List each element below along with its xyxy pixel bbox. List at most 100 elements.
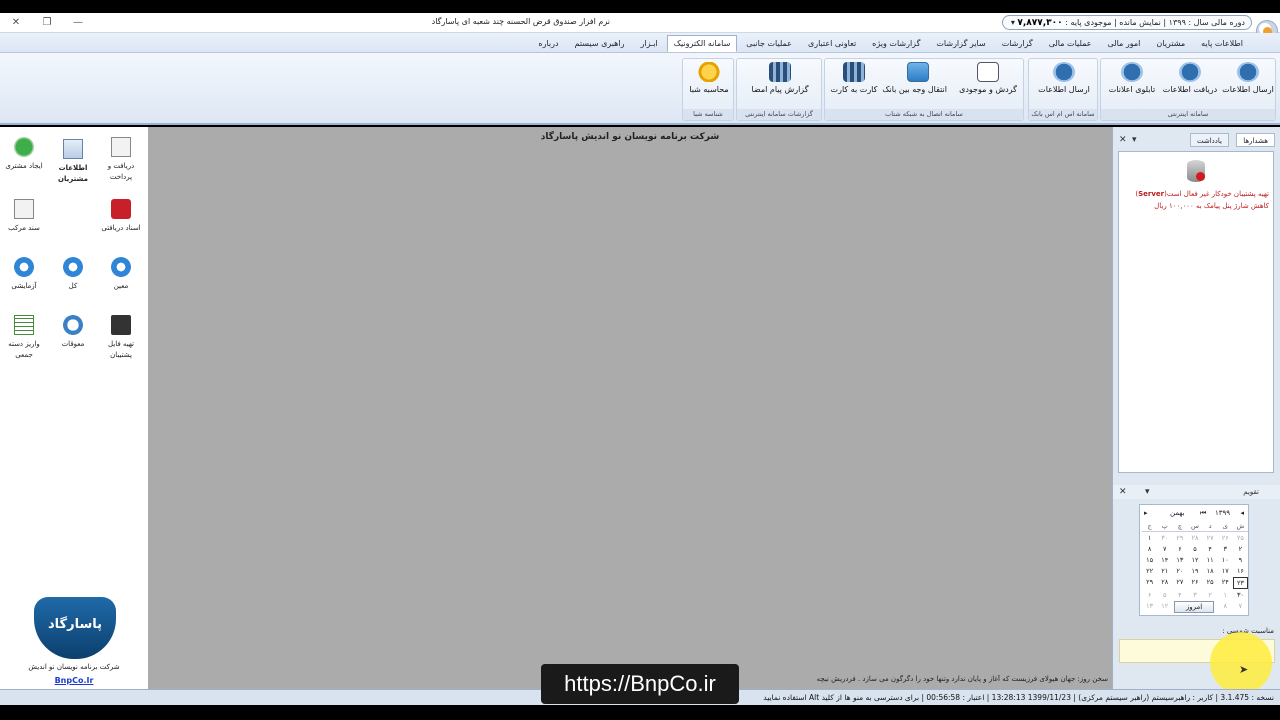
calendar-day[interactable]: ۸ (1218, 601, 1233, 611)
tab-5[interactable]: سایر گزارشات (929, 35, 992, 52)
calendar-day[interactable]: ۳ (1218, 544, 1233, 554)
restore-icon[interactable]: ❐ (40, 16, 54, 30)
tab-9[interactable]: سامانه الکترونیک (666, 35, 738, 52)
calendar-day[interactable]: ۱۶ (1233, 566, 1248, 576)
interbank-transfer-button[interactable]: انتقال وجه بین بانک (882, 62, 947, 94)
status-text: نسخه : 3.1.475 | کاربر : راهبرسیستم (راه… (763, 693, 1274, 702)
tab-3[interactable]: عملیات مالی (1042, 35, 1099, 52)
calendar-day[interactable]: ۱۸ (1203, 566, 1218, 576)
close-icon[interactable]: ✕ (1119, 133, 1127, 147)
calendar-day[interactable]: ۲۹ (1172, 533, 1187, 543)
chevron-down-icon[interactable]: ▾ (1132, 133, 1137, 147)
calendar-day[interactable]: ۶ (1142, 590, 1157, 600)
tab-0[interactable]: اطلاعات پایه (1194, 35, 1250, 52)
calendar-day[interactable]: ۳۰ (1233, 590, 1248, 600)
chevron-down-icon[interactable]: ▾ (1011, 18, 1015, 27)
period-selector[interactable]: دوره مالی سال : ۱۳۹۹ | نمایش مانده | موج… (1002, 15, 1252, 30)
calendar-day[interactable]: ۱۲ (1157, 601, 1172, 611)
tab-notes[interactable]: یادداشت (1190, 133, 1229, 147)
calendar-day[interactable]: ۵ (1187, 544, 1202, 554)
calendar-day[interactable]: ۱۷ (1218, 566, 1233, 576)
calendar-day[interactable]: ۳ (1187, 590, 1202, 600)
shortcut-received-docs[interactable]: اسناد دریافتی (98, 199, 144, 234)
next-year-icon[interactable]: ⏮ (1200, 509, 1206, 518)
tab-7[interactable]: تعاونی اعتباری (801, 35, 863, 52)
calendar-day[interactable]: ۴ (1203, 544, 1218, 554)
calendar-day[interactable]: ۲۱ (1157, 566, 1172, 576)
tab-10[interactable]: ابـزار (633, 35, 664, 52)
calendar-day[interactable]: ۷ (1233, 601, 1248, 611)
shortcut-backup[interactable]: تهیه فایل پشتیبان (98, 315, 144, 361)
calendar-day[interactable]: ۲۵ (1233, 533, 1248, 543)
company-website-link[interactable]: BnpCo.Ir (0, 676, 148, 685)
calendar-year[interactable]: ۱۳۹۹ (1215, 509, 1230, 517)
calendar-day[interactable]: ۲۷ (1203, 533, 1218, 543)
calendar-day[interactable]: ۱ (1142, 533, 1157, 543)
tab-12[interactable]: درباره (531, 35, 565, 52)
calendar-day[interactable]: ۷ (1157, 544, 1172, 554)
calendar-day[interactable]: ۲۳ (1232, 577, 1248, 589)
shortcut-ledger-detail[interactable]: معین (98, 257, 144, 292)
turnover-balance-button[interactable]: گردش و موجودی (959, 62, 1017, 94)
calendar-day[interactable]: ۱۲ (1187, 555, 1202, 565)
tab-8[interactable]: عملیات جانبی (739, 35, 799, 52)
shortcut-ledger-total[interactable]: کل (50, 257, 96, 292)
tab-11[interactable]: راهبری سیستم (568, 35, 632, 52)
calendar-day[interactable]: ۱۴ (1157, 555, 1172, 565)
sms-send-button[interactable]: ارسال اطلاعات (1035, 62, 1093, 94)
today-button[interactable]: امروز (1174, 601, 1214, 613)
calendar-day[interactable]: ۲۷ (1172, 577, 1187, 589)
calendar-day[interactable]: ۲ (1233, 544, 1248, 554)
calendar-day[interactable]: ۱ (1218, 590, 1233, 600)
tab-2[interactable]: امور مالی (1101, 35, 1148, 52)
calendar-day[interactable]: ۱۹ (1187, 566, 1202, 576)
prev-month-icon[interactable]: ▸ (1144, 509, 1148, 517)
close-icon[interactable]: ✕ (9, 16, 23, 30)
calculate-sheba-button[interactable]: محاسبه شبا (680, 62, 738, 94)
calendar-day[interactable]: ۲۸ (1187, 533, 1202, 543)
shortcut-overdue[interactable]: معوقات (50, 315, 96, 350)
calendar-day[interactable]: ۲۹ (1142, 577, 1157, 589)
bulletin-board-button[interactable]: تابلوی اعلانات (1103, 62, 1161, 94)
shortcut-bulk-deposit[interactable]: واریز دسته جمعی (1, 315, 47, 361)
shortcut-payment[interactable]: دریافت و پرداخت (98, 137, 144, 183)
calendar-day[interactable]: ۱۰ (1218, 555, 1233, 565)
minimize-icon[interactable]: — (71, 16, 85, 30)
calendar-day[interactable]: ۱۵ (1142, 555, 1157, 565)
next-month-icon[interactable]: ◂ (1240, 509, 1244, 517)
shortcut-new-customer[interactable]: ایجاد مشتری (1, 137, 47, 172)
calendar-day[interactable]: ۲۰ (1172, 566, 1187, 576)
tab-6[interactable]: گزارشات ویژه (865, 35, 927, 52)
tab-4[interactable]: گزارشات (995, 35, 1040, 52)
shortcut-customers[interactable]: اطلاعات مشتریان (50, 139, 96, 185)
shortcut-trial[interactable]: آزمایشی (1, 257, 47, 292)
calendar-day[interactable]: ۲۶ (1187, 577, 1202, 589)
weekday-label: د (1202, 521, 1218, 532)
calendar-day[interactable]: ۲۴ (1218, 577, 1233, 589)
tab-alerts[interactable]: هشدارها (1236, 133, 1275, 147)
close-icon[interactable]: ✕ (1119, 485, 1127, 499)
calendar-day[interactable]: ۵ (1157, 590, 1172, 600)
calendar-day[interactable]: ۲۵ (1203, 577, 1218, 589)
shortcut-compound-doc[interactable]: سند مرکب (1, 199, 47, 234)
calendar-day[interactable]: ۶ (1172, 544, 1187, 554)
receive-data-button[interactable]: دریافت اطلاعات (1161, 62, 1219, 94)
calendar-day[interactable]: ۲۸ (1157, 577, 1172, 589)
calendar-day[interactable]: ۲۶ (1218, 533, 1233, 543)
calendar-day[interactable]: ۴ (1172, 590, 1187, 600)
calendar-day[interactable]: ۲۲ (1142, 566, 1157, 576)
chevron-down-icon[interactable]: ▾ (1145, 485, 1150, 499)
weekday-label: س (1187, 521, 1203, 532)
calendar-day[interactable]: ۹ (1233, 555, 1248, 565)
calendar-month[interactable]: بهمن (1170, 509, 1185, 517)
calendar-day[interactable]: ۱۳ (1142, 601, 1157, 611)
calendar-day[interactable]: ۳۰ (1157, 533, 1172, 543)
calendar-day[interactable]: ۲ (1203, 590, 1218, 600)
calendar-day[interactable]: ۱۱ (1203, 555, 1218, 565)
calendar-day[interactable]: ۸ (1142, 544, 1157, 554)
signature-report-button[interactable]: گزارش پیام امضا (751, 62, 809, 94)
tab-1[interactable]: مشتریان (1149, 35, 1192, 52)
calendar-day[interactable]: ۱۳ (1172, 555, 1187, 565)
card-to-card-button[interactable]: کارت به کارت (825, 62, 883, 94)
send-data-button[interactable]: ارسال اطلاعات (1219, 62, 1277, 94)
